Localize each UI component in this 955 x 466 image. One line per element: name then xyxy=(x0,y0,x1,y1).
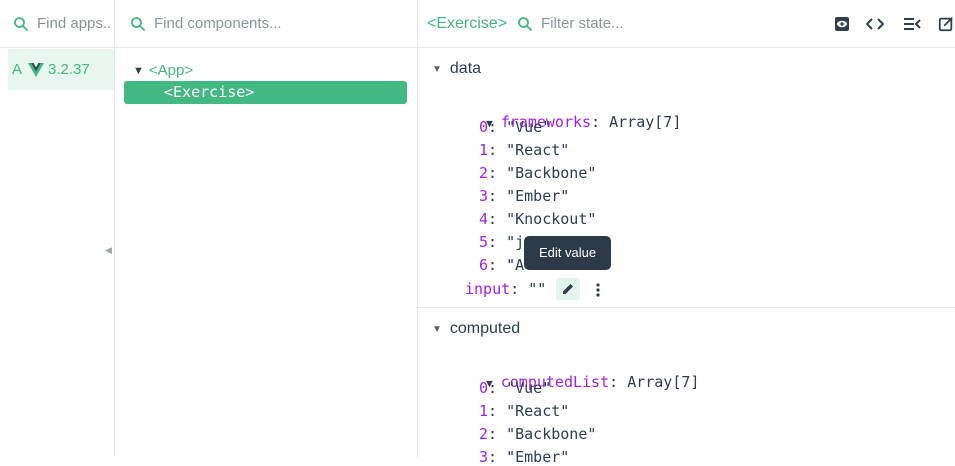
pencil-icon xyxy=(563,284,573,294)
array-item: 4: "Knockout" xyxy=(479,210,597,228)
filter-state-input[interactable] xyxy=(541,15,742,32)
search-icon xyxy=(131,16,146,31)
app-search-input[interactable] xyxy=(37,15,112,32)
more-actions-button[interactable] xyxy=(593,279,603,301)
section-caret-icon: ▼ xyxy=(432,63,442,75)
edit-value-button[interactable] xyxy=(556,278,580,300)
section-caret-icon: ▼ xyxy=(432,323,442,335)
prop-key: input xyxy=(465,280,511,298)
app-search-bar xyxy=(0,0,114,48)
array-item: 3: "Ember" xyxy=(479,187,570,205)
array-item: 0: "Vue" xyxy=(479,379,552,397)
state-toolbar: <Exercise> xyxy=(418,0,955,48)
array-item: 1: "React" xyxy=(479,141,570,159)
open-in-editor-icon[interactable] xyxy=(938,14,954,34)
component-tree-pane: ▼ <App> <Exercise> xyxy=(115,0,418,457)
tree-node-label: <App> xyxy=(148,62,194,79)
filter-search-icon xyxy=(518,16,533,31)
component-search-input[interactable] xyxy=(154,15,394,32)
inspect-dom-eye-icon[interactable] xyxy=(832,14,852,34)
array-item: 1: "React" xyxy=(479,402,570,420)
data-section-toggle[interactable]: ▼ data xyxy=(432,60,481,78)
prop-value: "" xyxy=(528,280,547,298)
array-item: 5: "j xyxy=(479,233,525,251)
tree-node-exercise-selected[interactable]: <Exercise> xyxy=(124,81,407,104)
computed-section-label: computed xyxy=(449,320,521,337)
array-item: 6: "A xyxy=(479,256,525,274)
component-search-bar xyxy=(115,0,417,48)
selected-component-name: <Exercise> xyxy=(427,14,508,32)
computed-section-toggle[interactable]: ▼ computed xyxy=(432,320,520,338)
expand-caret-icon[interactable]: ▼ xyxy=(133,65,144,77)
array-item: 2: "Backbone" xyxy=(479,425,597,443)
prop-type: Array[7] xyxy=(609,113,682,131)
more-vertical-icon xyxy=(596,283,600,297)
data-section-label: data xyxy=(449,60,482,77)
array-item: 2: "Backbone" xyxy=(479,164,597,182)
state-inspector-pane: <Exercise> Filter state... ▼ data ▼ fram… xyxy=(418,0,955,466)
code-icon[interactable] xyxy=(865,14,885,34)
vue-logo-icon xyxy=(28,62,45,77)
app-letter: A xyxy=(12,61,23,78)
collapse-pane-arrow-icon[interactable]: ◀ xyxy=(105,245,112,256)
app-version: 3.2.37 xyxy=(48,61,90,78)
apps-pane: A 3.2.37 ◀ xyxy=(0,0,115,457)
search-icon xyxy=(14,16,29,31)
tree-node-app[interactable]: ▼ <App> xyxy=(133,62,193,79)
collapse-all-icon[interactable] xyxy=(902,14,922,34)
input-prop[interactable]: input: "" xyxy=(465,280,546,298)
array-item: 3: "Ember" xyxy=(479,448,570,466)
prop-type: Array[7] xyxy=(627,373,700,391)
section-divider xyxy=(418,307,955,308)
app-list-item[interactable]: A 3.2.37 xyxy=(8,49,114,90)
edit-value-tooltip: Edit value xyxy=(524,236,611,270)
array-item: 0: "Vue" xyxy=(479,118,552,136)
